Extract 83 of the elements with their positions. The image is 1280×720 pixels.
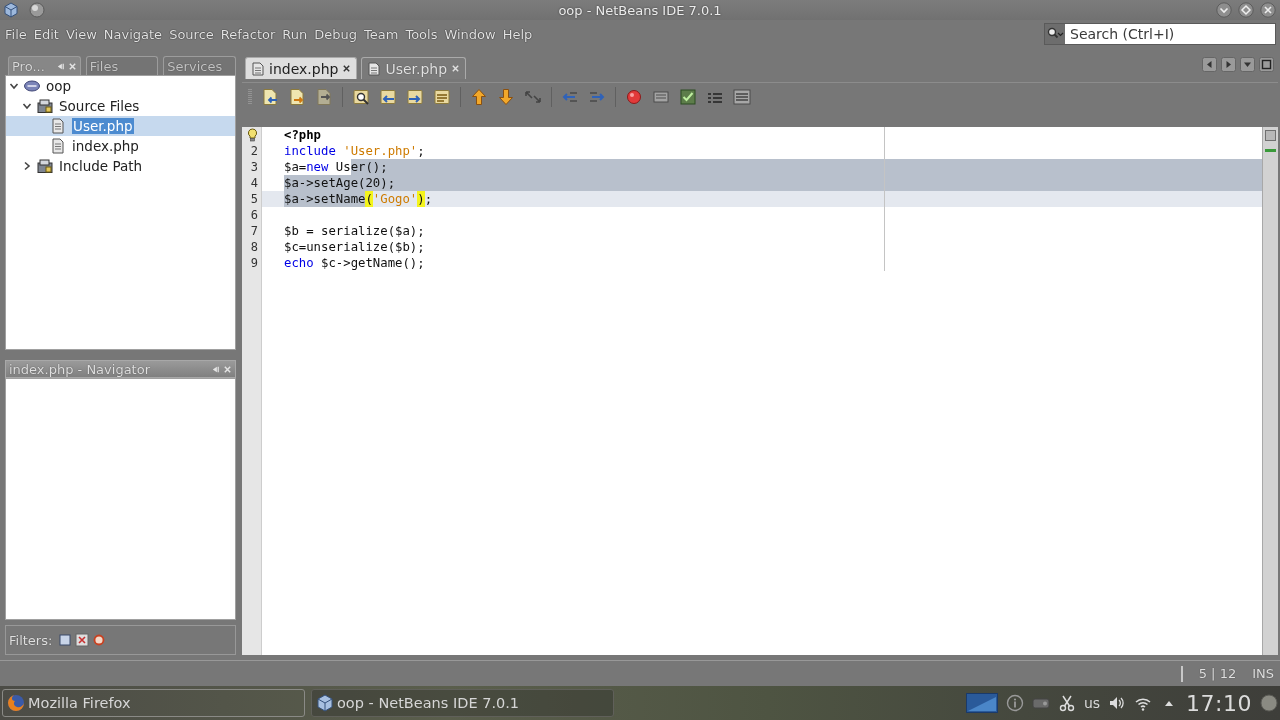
maximize-icon[interactable]: [1238, 2, 1254, 18]
taskbar-button[interactable]: oop - NetBeans IDE 7.0.1: [311, 689, 614, 717]
code-line: echo $c->getName();: [283, 255, 425, 271]
dropdown-icon[interactable]: [1240, 57, 1255, 72]
ring-icon[interactable]: [92, 633, 107, 647]
menu-item[interactable]: File: [4, 26, 28, 42]
line-number: 6: [250, 207, 258, 223]
tree-item[interactable]: oop: [6, 76, 235, 96]
line-number: 7: [250, 223, 258, 239]
navigator-title: index.php - Navigator: [9, 361, 151, 377]
cross-icon[interactable]: [75, 633, 90, 647]
status-square-icon[interactable]: [1265, 130, 1276, 141]
line-number: 4: [250, 175, 258, 191]
minimize-icon[interactable]: [55, 61, 65, 71]
folder-icon: [37, 98, 53, 114]
file-icon: [367, 61, 382, 76]
line-number: 3: [250, 159, 258, 175]
info-icon[interactable]: [1005, 694, 1024, 712]
menu-item[interactable]: Source: [168, 26, 215, 42]
menu-item[interactable]: View: [64, 26, 98, 42]
window-title: oop - NetBeans IDE 7.0.1: [558, 2, 722, 18]
maximize-icon[interactable]: [1259, 57, 1274, 72]
menu-item[interactable]: Edit: [32, 26, 60, 42]
file-icon: [251, 61, 265, 76]
line-number: 5: [250, 191, 258, 207]
menu-item[interactable]: Help: [501, 26, 534, 42]
code-line: <?php: [283, 127, 322, 143]
check-icon[interactable]: [679, 87, 697, 106]
menu-item[interactable]: Refactor: [219, 26, 277, 42]
circle-icon[interactable]: [1260, 694, 1278, 712]
project-icon: [24, 78, 40, 94]
page-magnifier-icon[interactable]: [352, 87, 370, 106]
page-lines-icon[interactable]: [433, 87, 451, 106]
clock[interactable]: 17:10: [1186, 690, 1252, 716]
line-number: 9: [250, 255, 258, 271]
minimize-icon[interactable]: [211, 364, 220, 374]
close-icon[interactable]: [342, 64, 352, 73]
tree-item[interactable]: index.php: [6, 136, 235, 156]
down-arrow-icon[interactable]: [497, 87, 515, 106]
menu-item[interactable]: Run: [281, 26, 309, 42]
line-number: 8: [250, 239, 258, 255]
editor-tab[interactable]: User.php: [361, 57, 467, 79]
line-number: 2: [250, 143, 258, 159]
search-field[interactable]: Search (Ctrl+I): [1044, 23, 1276, 45]
up-arrow-icon[interactable]: [470, 87, 488, 106]
menu-item[interactable]: Window: [443, 26, 497, 42]
code-line: $c=unserialize($b);: [283, 239, 425, 255]
file-icon: [50, 138, 66, 154]
editor-tab[interactable]: index.php: [245, 57, 358, 79]
scroll-left-icon[interactable]: [1202, 57, 1217, 72]
monitor-icon[interactable]: [965, 693, 998, 713]
panel-tab[interactable]: Services: [163, 56, 236, 75]
tree-item[interactable]: User.php: [6, 116, 235, 136]
panel-tab[interactable]: Files: [85, 56, 159, 75]
menu-item[interactable]: Tools: [404, 26, 439, 42]
record-icon[interactable]: [625, 87, 643, 106]
code-line: $b = serialize($a);: [283, 223, 425, 239]
page-arrow-icon[interactable]: [288, 87, 306, 106]
folder-icon: [37, 158, 53, 174]
keyboard-layout[interactable]: us: [1083, 695, 1101, 711]
cube-icon: [316, 694, 334, 712]
file-icon: [50, 118, 66, 134]
minimize-icon[interactable]: [1216, 2, 1232, 18]
sphere-icon[interactable]: [29, 2, 45, 18]
panel-tab[interactable]: Pro...: [8, 56, 81, 75]
filters-label: Filters:: [9, 632, 53, 648]
scroll-right-icon[interactable]: [1221, 57, 1236, 72]
scissors-icon[interactable]: [1057, 694, 1076, 712]
globe-icon: [7, 694, 25, 712]
tree-item[interactable]: Source Files: [6, 96, 235, 116]
page-arrow-icon[interactable]: [261, 87, 279, 106]
insert-mode: INS: [1252, 666, 1274, 681]
menu-item[interactable]: Navigate: [102, 26, 164, 42]
square-icon[interactable]: [58, 633, 73, 647]
lightbulb-icon[interactable]: [247, 128, 258, 142]
taskbar-button[interactable]: Mozilla Firefox: [2, 689, 305, 717]
code-line: include 'User.php';: [283, 143, 425, 159]
tree-item[interactable]: Include Path: [6, 156, 235, 176]
caret-position: 5 | 12: [1198, 666, 1237, 681]
close-icon[interactable]: [1260, 2, 1276, 18]
menu-item[interactable]: Debug: [313, 26, 359, 42]
cube-icon[interactable]: [3, 2, 19, 18]
menu-item[interactable]: Team: [363, 26, 400, 42]
